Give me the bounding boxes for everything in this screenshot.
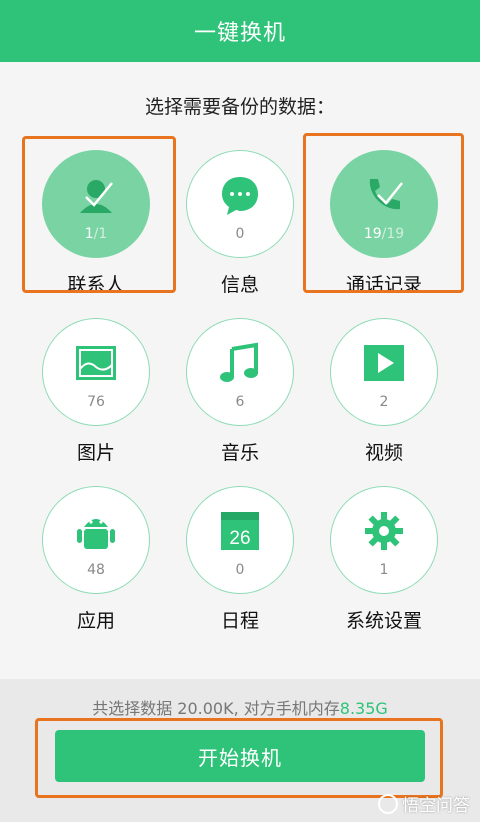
category-circle: 0 (186, 150, 294, 258)
category-videos[interactable]: 2 视频 (330, 318, 438, 468)
category-circle: 6 (186, 318, 294, 426)
select-prompt: 选择需要备份的数据： (144, 96, 335, 118)
calendar-icon: 26 (221, 512, 259, 550)
item-count: 6 (235, 394, 245, 410)
category-apps[interactable]: 48 应用 (42, 486, 150, 636)
item-count: 2 (379, 394, 389, 410)
highlight-box-start (35, 718, 443, 798)
category-label: 系统设置 (345, 610, 422, 632)
category-label: 图片 (76, 442, 115, 464)
category-music[interactable]: 6 音乐 (186, 318, 294, 468)
category-label: 日程 (220, 610, 259, 632)
free-space-value: 8.35G (339, 699, 388, 718)
category-circle: 48 (42, 486, 150, 594)
page-title: 一键换机 (193, 21, 286, 46)
music-icon (220, 342, 258, 382)
gear-icon (365, 512, 403, 550)
item-count: 0 (235, 226, 245, 242)
app-header: 一键换机 (0, 0, 480, 62)
category-circle: 76 (42, 318, 150, 426)
video-icon (364, 345, 404, 381)
item-count: 0 (235, 562, 245, 578)
item-count: 48 (87, 562, 105, 578)
category-label: 应用 (76, 610, 115, 632)
item-count: 1 (379, 562, 389, 578)
category-label: 信息 (220, 274, 259, 296)
item-count: 76 (87, 394, 105, 410)
image-icon (76, 346, 116, 380)
category-system-settings[interactable]: 1 系统设置 (330, 486, 438, 636)
category-calendar[interactable]: 26 0 日程 (186, 486, 294, 636)
category-images[interactable]: 76 图片 (42, 318, 150, 468)
calendar-day: 26 (229, 528, 250, 549)
category-messages[interactable]: 0 信息 (186, 150, 294, 300)
highlight-box-contacts (22, 136, 176, 293)
android-icon (77, 519, 115, 549)
category-label: 音乐 (220, 442, 259, 464)
selection-summary: 共选择数据 20.00K, 对方手机内存8.35G (92, 699, 388, 718)
category-label: 视频 (364, 442, 403, 464)
watermark: 悟空问答 (378, 791, 470, 816)
message-icon (222, 177, 258, 215)
category-circle: 26 0 (186, 486, 294, 594)
highlight-box-call-log (303, 133, 464, 293)
category-circle: 1 (330, 486, 438, 594)
watermark-logo-icon (378, 793, 398, 814)
category-circle: 2 (330, 318, 438, 426)
